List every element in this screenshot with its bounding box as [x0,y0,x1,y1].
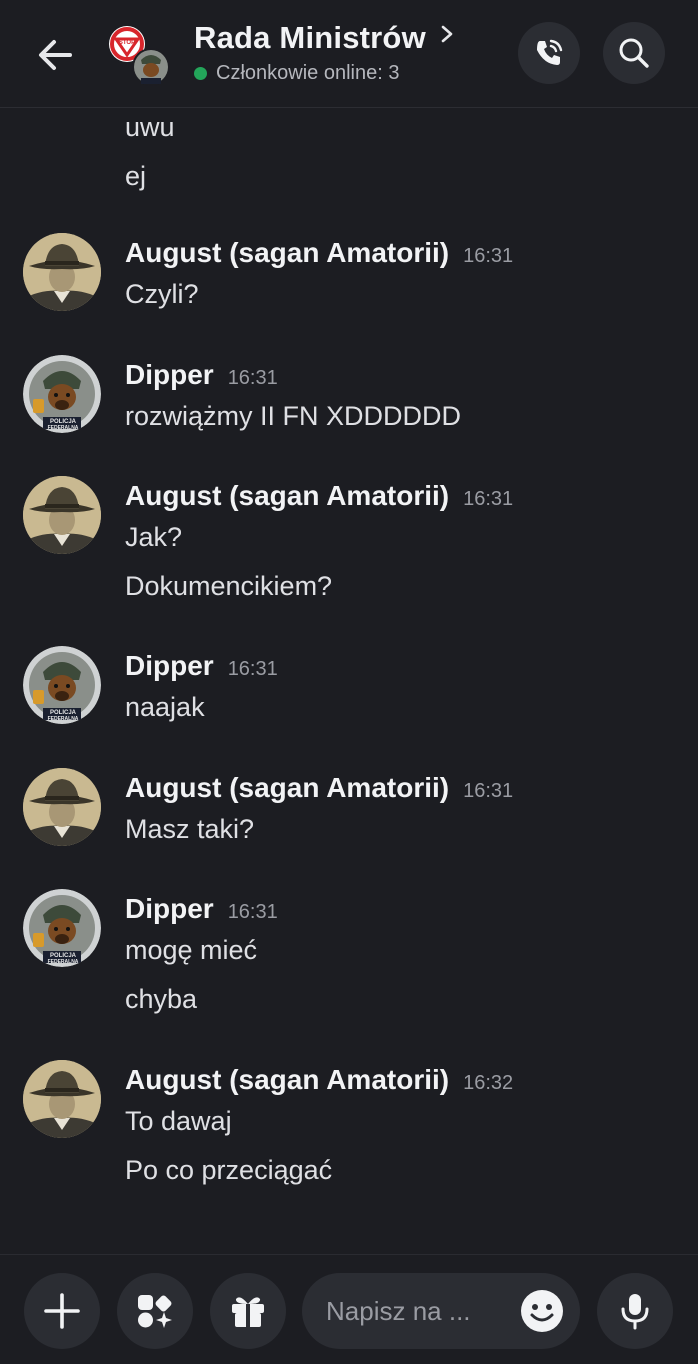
back-button[interactable] [30,30,80,80]
message-author[interactable]: Dipper [125,893,214,924]
message-author[interactable]: August (sagan Amatorii) [125,1064,449,1095]
chevron-right-icon [440,24,454,49]
message-line: mogę mieć [125,935,258,965]
message-timestamp: 16:32 [463,1072,514,1094]
group-avatar[interactable]: STOP [106,22,174,88]
user-avatar[interactable] [23,476,101,554]
message-timestamp: 16:31 [463,780,514,802]
avatar-badge-text: FEDERALNA [48,959,79,965]
message-timestamp: 16:31 [463,488,514,510]
message-input-box[interactable] [302,1273,580,1349]
user-avatar[interactable]: POLICJA FEDERALNA [23,355,101,433]
message-list[interactable]: uwu ej August (sagan Amatorii) 16:31 Czyl… [0,108,698,1254]
message-author[interactable]: Dipper [125,359,214,390]
message-line: rozwiążmy II FN XDDDDDD [125,401,462,431]
search-icon [619,38,649,68]
search-button[interactable] [603,22,665,84]
gift-icon [232,1297,264,1327]
emoji-icon [521,1290,563,1332]
message-author[interactable]: August (sagan Amatorii) [125,237,449,268]
message-line: ej [125,161,147,191]
emoji-button[interactable] [520,1289,564,1333]
message-timestamp: 16:31 [463,245,514,267]
arrow-left-icon [39,40,72,70]
user-avatar[interactable]: POLICJA FEDERALNA [23,646,101,724]
user-avatar[interactable] [23,233,101,311]
online-status-dot [194,67,207,80]
online-members-count: Członkowie online: 3 [216,62,400,84]
chat-title-area[interactable]: Rada Ministrów Członkowie online: 3 [194,20,454,85]
microphone-icon [621,1294,649,1330]
message-timestamp: 16:31 [227,367,278,389]
gift-button[interactable] [210,1273,286,1349]
message-input[interactable] [326,1293,516,1329]
stop-sign-text: STOP [119,40,135,46]
message-line: To dawaj [125,1106,232,1136]
apps-icon [138,1295,172,1328]
message-line: uwu [125,112,175,142]
avatar-badge-text: FEDERALNA [48,425,79,431]
chat-header: STOP Rada Ministrów Członkowie online: 3 [0,0,698,108]
message-line: naajak [125,692,205,722]
composer-bar [0,1254,698,1364]
message-author[interactable]: August (sagan Amatorii) [125,480,449,511]
phone-call-icon [537,39,563,65]
message-author[interactable]: Dipper [125,650,214,681]
message-line: Czyli? [125,279,199,309]
message-author[interactable]: August (sagan Amatorii) [125,772,449,803]
voice-call-button[interactable] [518,22,580,84]
message-line: Po co przeciągać [125,1155,333,1185]
channel-title: Rada Ministrów [194,20,426,55]
message-timestamp: 16:31 [227,901,278,923]
voice-message-button[interactable] [597,1273,673,1349]
apps-button[interactable] [117,1273,193,1349]
user-avatar[interactable] [23,768,101,846]
message-line: Dokumencikiem? [125,571,333,601]
plus-icon [44,1293,80,1329]
message-line: chyba [125,984,198,1014]
message-line: Masz taki? [125,814,255,844]
user-avatar[interactable] [23,1060,101,1138]
message-timestamp: 16:31 [227,658,278,680]
user-avatar[interactable]: POLICJA FEDERALNA [23,889,101,967]
avatar-badge-text: FEDERALNA [48,716,79,722]
attach-button[interactable] [24,1273,100,1349]
message-line: Jak? [125,522,183,552]
